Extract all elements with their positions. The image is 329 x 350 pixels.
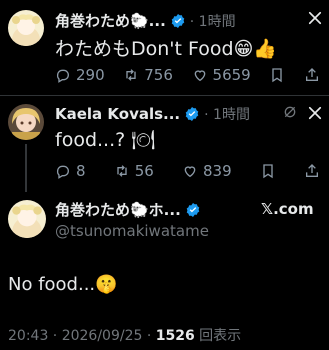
verified-icon	[171, 13, 185, 28]
bookmark-icon	[263, 164, 273, 179]
post-time[interactable]: · 1時間	[190, 11, 236, 31]
like-button[interactable]: 839	[182, 162, 232, 180]
like-icon	[194, 70, 205, 82]
divider	[0, 95, 329, 96]
tweet-meta: 20:43 · 2026/09/25 · 1526 回表示	[8, 325, 241, 345]
thread-line	[25, 144, 27, 192]
reply-count: 290	[76, 66, 105, 84]
share-icon[interactable]	[306, 9, 324, 27]
avatar-kaela[interactable]	[8, 104, 44, 140]
reply-count: 8	[76, 162, 86, 180]
retweet-icon	[117, 165, 127, 177]
reply-button[interactable]: 290	[55, 66, 105, 84]
tweet-text: No food...🤫	[8, 274, 118, 295]
retweet-icon	[126, 69, 136, 81]
verified-icon	[186, 202, 200, 217]
timestamp[interactable]: 20:43 · 2026/09/25 ·	[8, 328, 156, 344]
avatar-watame[interactable]	[8, 200, 46, 238]
bookmark-icon	[272, 68, 283, 83]
view-count: 1526	[155, 328, 195, 344]
like-button[interactable]: 5659	[192, 66, 251, 84]
bookmark-button[interactable]	[260, 163, 276, 179]
share-button[interactable]	[304, 163, 320, 179]
avatar-image	[8, 10, 44, 46]
author-name[interactable]: 角巻わため🐑...	[55, 10, 166, 31]
share-icon[interactable]	[306, 104, 324, 122]
post-time[interactable]: · 1時間	[204, 104, 250, 124]
reply-icon	[56, 69, 69, 83]
tweet-text: わためもDon't Food😁👍	[55, 38, 278, 60]
avatar-image	[8, 104, 44, 140]
like-count: 839	[202, 162, 232, 180]
share-icon	[305, 164, 318, 177]
verified-icon	[185, 107, 199, 121]
reply-icon	[56, 165, 69, 179]
tweet-text: food...? 🍽	[55, 129, 156, 151]
author-name[interactable]: Kaela Kovals...	[55, 105, 180, 123]
source-label: 𝕏.com	[261, 200, 314, 218]
author-name[interactable]: 角巻わため🐑ホ...	[55, 199, 181, 220]
avatar-image	[8, 200, 46, 238]
grok-icon[interactable]	[282, 104, 298, 120]
avatar-watame[interactable]	[8, 10, 44, 46]
retweet-count: 756	[144, 66, 173, 84]
author-handle[interactable]: @tsunomakiwatame	[55, 222, 209, 240]
retweet-button[interactable]: 56	[114, 162, 154, 180]
share-button[interactable]	[304, 67, 320, 83]
retweet-count: 56	[134, 162, 154, 180]
like-icon	[184, 166, 196, 178]
like-count: 5659	[212, 66, 251, 84]
reply-button[interactable]: 8	[55, 162, 86, 180]
views-label: 回表示	[194, 328, 242, 344]
share-icon	[305, 68, 318, 81]
retweet-button[interactable]: 756	[123, 66, 173, 84]
bookmark-button[interactable]	[269, 67, 285, 83]
